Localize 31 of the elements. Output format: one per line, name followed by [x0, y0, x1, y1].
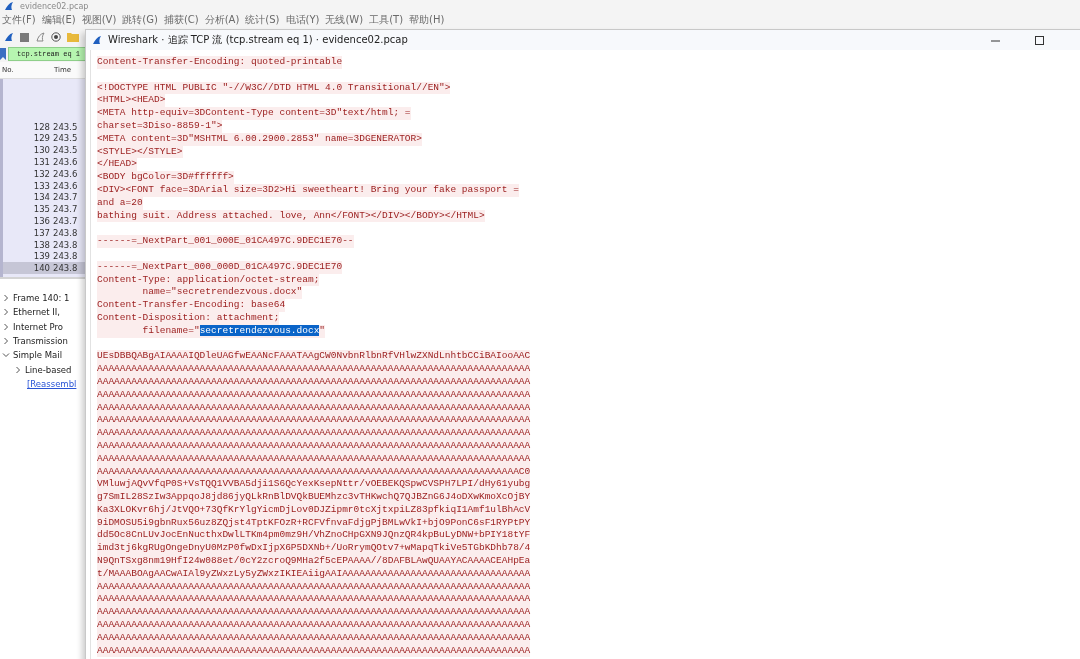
menu-item[interactable]: 帮助(H): [409, 13, 445, 27]
chevron-down-icon[interactable]: [2, 351, 10, 360]
tree-item[interactable]: Ethernet II,: [13, 307, 61, 318]
menu-item[interactable]: 统计(S): [245, 13, 280, 27]
menu-item[interactable]: 无线(W): [325, 13, 364, 27]
menu-item[interactable]: 捕获(C): [163, 13, 199, 27]
maximize-icon[interactable]: [1034, 35, 1044, 45]
dialog-title: Wireshark · 追踪 TCP 流 (tcp.stream eq 1) · evidence02.pcap: [108, 33, 409, 47]
menu-item[interactable]: 分析(A): [204, 13, 240, 27]
menu-item[interactable]: 文件(F): [2, 13, 36, 27]
start-capture-icon: [4, 32, 14, 42]
chevron-right-icon[interactable]: [14, 365, 22, 374]
menu-item[interactable]: 编辑(E): [41, 13, 76, 27]
menu-item[interactable]: 跳转(G): [122, 13, 158, 27]
menu-item[interactable]: 视图(V): [81, 13, 117, 27]
stop-icon[interactable]: [20, 32, 29, 42]
menu-item[interactable]: 工具(T): [369, 13, 404, 27]
tree-item[interactable]: Transmission: [13, 336, 68, 347]
app-logo-icon: [4, 1, 14, 11]
tree-item[interactable]: Frame 140: 1: [13, 293, 70, 304]
restart-icon[interactable]: [35, 32, 45, 42]
tree-item[interactable]: Internet Pro: [13, 321, 63, 332]
app-logo-icon: [92, 35, 102, 45]
settings-icon[interactable]: [51, 32, 61, 42]
folder-icon[interactable]: [67, 32, 79, 42]
reassembled-link[interactable]: [Reassembl: [14, 378, 77, 389]
tree-item[interactable]: Line-based: [25, 364, 72, 375]
bookmark-icon[interactable]: [0, 48, 6, 60]
tree-item[interactable]: Simple Mail: [13, 350, 62, 361]
menu-item[interactable]: 电话(Y): [285, 13, 320, 27]
window-title: evidence02.pcap: [20, 1, 89, 11]
